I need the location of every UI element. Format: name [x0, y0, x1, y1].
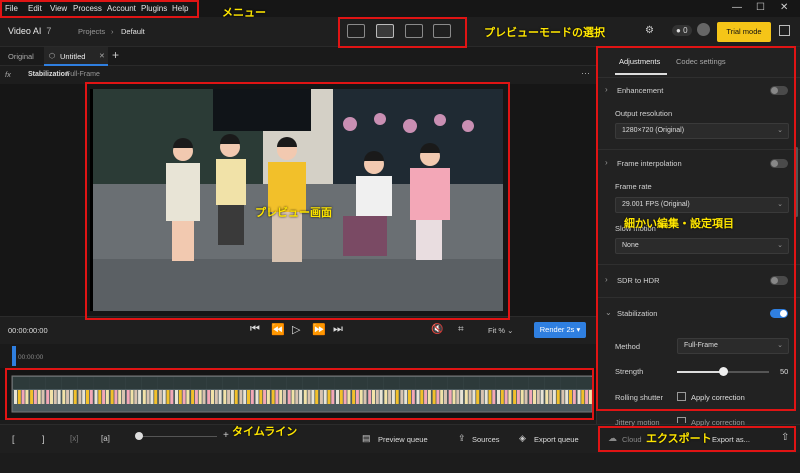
playhead[interactable] — [12, 346, 16, 366]
layers-icon: ◈ — [519, 433, 526, 443]
clear-marks-icon[interactable]: [x] — [70, 434, 78, 443]
annotation-timeline: タイムライン — [232, 426, 298, 438]
chevron-right-icon: › — [111, 27, 114, 36]
tab-untitled[interactable]: ⬡ Untitled ✕ — [44, 47, 108, 66]
annotation-settings: 細かい編集・設定項目 — [624, 218, 734, 230]
annotation-box-preview-mode — [338, 17, 467, 48]
panel-toggle-icon[interactable] — [779, 25, 790, 36]
close-icon[interactable]: ✕ — [780, 2, 788, 13]
ruler-start-label: 00:00:00 — [18, 354, 44, 361]
maximize-icon[interactable]: ☐ — [756, 2, 765, 13]
timecode: 00:00:00:00 — [8, 326, 48, 335]
zoom-slider-knob[interactable] — [135, 432, 143, 440]
more-icon[interactable]: ⋯ — [581, 68, 590, 79]
mute-icon[interactable]: 🔇 — [431, 324, 443, 335]
skip-end-icon[interactable]: ⏭ — [333, 323, 343, 336]
tab-bar: Original ⬡ Untitled ✕ + — [0, 47, 596, 66]
annotation-box-preview-screen — [85, 82, 510, 320]
preview-queue-icon: ▤ — [362, 433, 371, 443]
annotation-preview-mode: プレビューモードの選択 — [484, 27, 605, 39]
sources-button[interactable]: Sources — [472, 435, 500, 444]
crop-icon[interactable]: ⌗ — [458, 324, 464, 335]
filter-name: Stabilization — [28, 71, 70, 78]
tab-icon: ⬡ — [49, 53, 56, 60]
credits-badge: ● 0 — [672, 25, 692, 36]
trial-mode-button[interactable]: Trial mode — [717, 22, 771, 42]
close-tab-icon[interactable]: ✕ — [99, 47, 105, 66]
annotation-menu: メニュー — [222, 7, 266, 19]
skip-start-icon[interactable]: ⏮ — [250, 323, 260, 336]
annotation-box-menu — [0, 0, 199, 18]
minimize-icon[interactable]: — — [732, 2, 742, 13]
preview-queue-button[interactable]: Preview queue — [378, 435, 428, 444]
render-button[interactable]: Render 2s ▾ — [534, 322, 586, 338]
mark-in-button[interactable]: [ — [12, 434, 15, 444]
mark-out-button[interactable]: ] — [42, 434, 45, 444]
timeline-ruler: 00:00:00 — [0, 344, 596, 368]
mark-all-icon[interactable]: [a] — [101, 434, 110, 443]
fx-icon[interactable]: fx — [5, 70, 11, 79]
transport-bar: 00:00:00:00 ⏮ ⏪ ▷ ⏩ ⏭ 🔇 ⌗ Fit % ⌄ Render… — [0, 316, 596, 344]
step-back-icon[interactable]: ⏪ — [271, 323, 285, 336]
annotation-box-timeline — [5, 368, 594, 420]
export-queue-button[interactable]: Export queue — [534, 435, 579, 444]
annotation-export: エクスポート — [646, 433, 712, 445]
zoom-slider[interactable] — [137, 436, 217, 437]
add-tab-icon[interactable]: + — [112, 48, 119, 62]
zoom-in-icon[interactable]: + — [223, 430, 229, 441]
play-icon[interactable]: ▷ — [292, 323, 300, 336]
tab-original[interactable]: Original — [8, 47, 34, 66]
breadcrumb-default[interactable]: Default — [121, 27, 145, 36]
breadcrumb-projects[interactable]: Projects — [78, 27, 105, 36]
fit-zoom-select[interactable]: Fit % ⌄ — [488, 326, 513, 335]
filter-mode: Full-Frame — [66, 71, 100, 78]
step-forward-icon[interactable]: ⏩ — [312, 323, 326, 336]
app-name: Video AI 7 — [8, 26, 52, 36]
annotation-preview-screen: プレビュー画面 — [255, 207, 332, 219]
gear-icon[interactable]: ⚙ — [645, 25, 654, 36]
jittery-motion-checkbox[interactable] — [677, 417, 686, 423]
avatar[interactable] — [697, 23, 710, 36]
upload-icon: ⇪ — [458, 433, 466, 443]
